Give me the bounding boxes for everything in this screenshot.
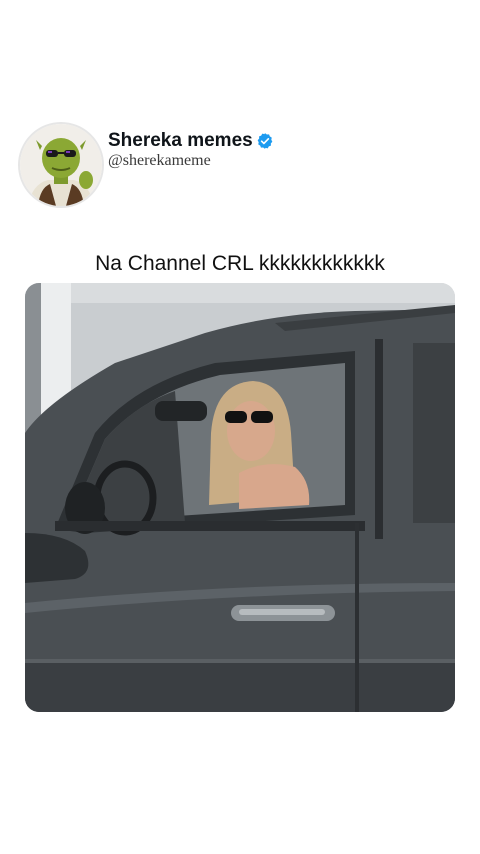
handle[interactable]: @sherekameme <box>108 152 274 170</box>
avatar[interactable] <box>18 122 104 208</box>
display-name-row: Shereka memes <box>108 130 274 152</box>
post-header: Shereka memes @sherekameme <box>18 122 274 208</box>
post-media[interactable] <box>25 283 455 712</box>
shrek-sunglasses-avatar-icon <box>20 124 102 206</box>
display-name[interactable]: Shereka memes <box>108 130 253 152</box>
post-caption: Na Channel CRL kkkkkkkkkkkk <box>95 252 385 275</box>
woman-in-car-photo <box>25 283 455 712</box>
author-names: Shereka memes @sherekameme <box>108 130 274 170</box>
post-screen: Shereka memes @sherekameme Na Channel CR… <box>0 0 480 854</box>
verified-badge-icon <box>256 132 274 150</box>
